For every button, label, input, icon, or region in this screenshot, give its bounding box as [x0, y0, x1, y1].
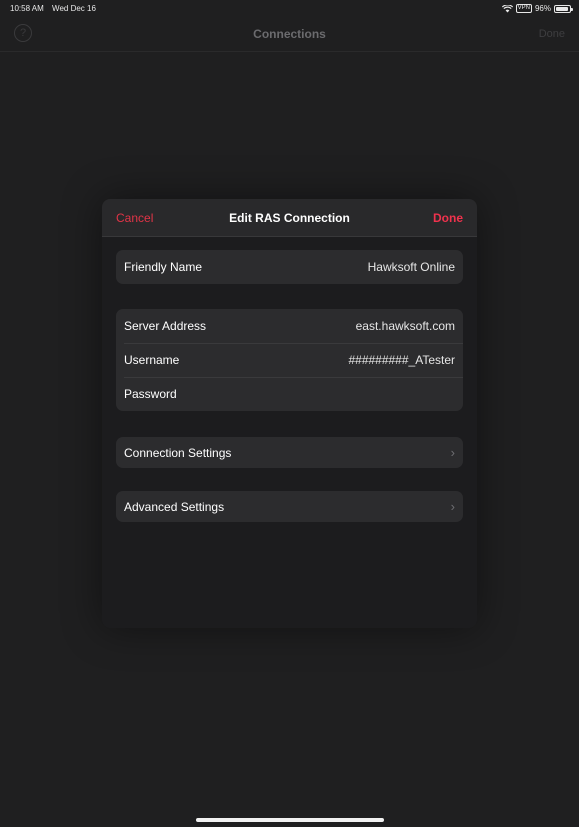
- friendly-name-value[interactable]: Hawksoft Online: [368, 260, 455, 274]
- sheet-title: Edit RAS Connection: [229, 211, 350, 225]
- edit-connection-sheet: Cancel Edit RAS Connection Done Friendly…: [102, 199, 477, 628]
- done-button[interactable]: Done: [433, 211, 463, 225]
- chevron-right-icon: ›: [450, 445, 455, 460]
- connection-settings-row[interactable]: Connection Settings ›: [116, 437, 463, 468]
- username-label: Username: [124, 353, 180, 367]
- advanced-settings-row[interactable]: Advanced Settings ›: [116, 491, 463, 522]
- password-field[interactable]: Password: [116, 377, 463, 411]
- server-address-value[interactable]: east.hawksoft.com: [356, 319, 455, 333]
- status-time: 10:58 AM: [10, 4, 44, 13]
- username-field[interactable]: Username #########_ATester: [116, 343, 463, 377]
- friendly-name-group: Friendly Name Hawksoft Online: [116, 250, 463, 284]
- background-done-button[interactable]: Done: [539, 28, 565, 40]
- home-indicator[interactable]: [196, 818, 384, 822]
- background-nav-title: Connections: [253, 27, 326, 41]
- status-right: VPN 96%: [501, 4, 573, 13]
- password-label: Password: [124, 387, 177, 401]
- battery-fill: [556, 6, 569, 11]
- wifi-icon: [501, 4, 513, 12]
- friendly-name-label: Friendly Name: [124, 260, 203, 274]
- server-address-field[interactable]: Server Address east.hawksoft.com: [116, 309, 463, 343]
- advanced-settings-group: Advanced Settings ›: [116, 491, 463, 522]
- status-date: Wed Dec 16: [52, 4, 96, 13]
- username-value[interactable]: #########_ATester: [348, 353, 455, 367]
- battery-icon: [554, 4, 573, 13]
- battery-percent: 96%: [534, 4, 551, 13]
- credentials-group: Server Address east.hawksoft.com Usernam…: [116, 309, 463, 411]
- chevron-right-icon: ›: [450, 499, 455, 514]
- friendly-name-field[interactable]: Friendly Name Hawksoft Online: [116, 250, 463, 284]
- background-nav-bar: ? Connections Done: [0, 18, 579, 52]
- server-address-label: Server Address: [124, 319, 207, 333]
- status-left: 10:58 AM Wed Dec 16: [10, 4, 102, 13]
- connection-settings-label: Connection Settings: [124, 445, 232, 460]
- connection-settings-group: Connection Settings ›: [116, 437, 463, 468]
- advanced-settings-label: Advanced Settings: [124, 499, 225, 514]
- status-bar: 10:58 AM Wed Dec 16 VPN 96%: [0, 0, 579, 18]
- vpn-badge: VPN: [515, 4, 532, 13]
- sheet-header: Cancel Edit RAS Connection Done: [102, 199, 477, 237]
